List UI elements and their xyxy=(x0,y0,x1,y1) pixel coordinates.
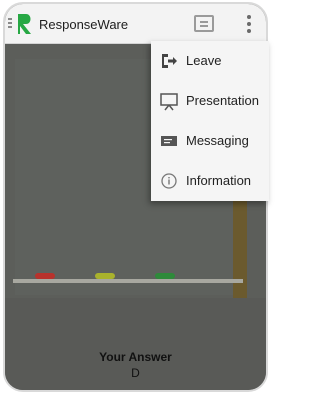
app-bar: ResponseWare xyxy=(5,4,266,44)
menu-item-presentation[interactable]: Presentation xyxy=(151,81,269,121)
drawer-menu-icon[interactable] xyxy=(8,18,12,30)
answer-panel: Your Answer D xyxy=(5,298,266,390)
menu-item-label: Leave xyxy=(186,53,222,68)
menu-item-messaging[interactable]: Messaging xyxy=(151,121,269,161)
menu-item-leave[interactable]: Leave xyxy=(151,41,269,81)
menu-item-information[interactable]: Information xyxy=(151,161,269,201)
presentation-icon xyxy=(160,93,178,111)
overflow-menu: Leave Presentation Messaging Information xyxy=(151,41,269,201)
slides-icon[interactable] xyxy=(194,15,214,32)
answer-value: D xyxy=(131,366,140,380)
message-icon xyxy=(161,136,177,146)
overflow-menu-icon[interactable] xyxy=(246,15,252,33)
menu-item-label: Information xyxy=(186,173,252,188)
slide-baseline xyxy=(13,279,243,283)
menu-item-label: Messaging xyxy=(186,133,249,148)
menu-item-label: Presentation xyxy=(186,93,259,108)
responseware-logo xyxy=(18,14,31,34)
answer-title: Your Answer xyxy=(99,350,172,364)
exit-icon xyxy=(162,54,177,68)
info-icon xyxy=(161,173,177,189)
app-title: ResponseWare xyxy=(39,17,129,32)
